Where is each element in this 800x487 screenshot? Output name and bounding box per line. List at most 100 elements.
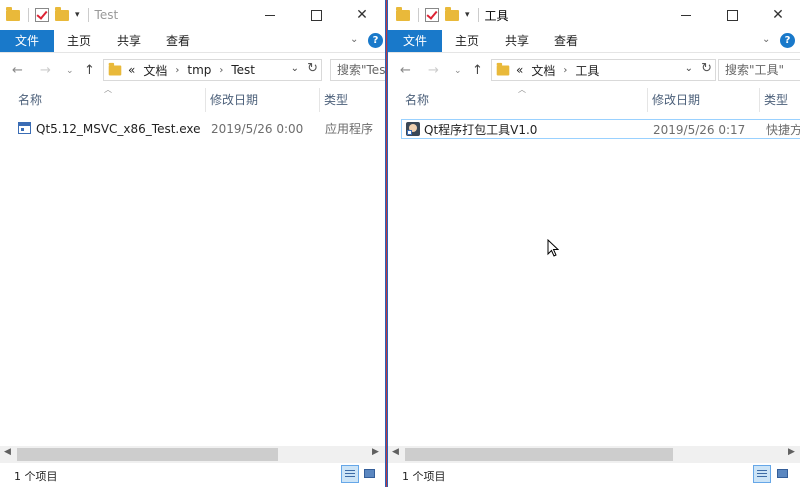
breadcrumb-separator-icon[interactable]: › (563, 65, 567, 76)
status-bar: 1 个项目 (0, 463, 385, 487)
breadcrumb-separator-icon[interactable]: › (175, 65, 179, 76)
up-arrow-icon[interactable]: ↑ (472, 63, 483, 78)
exe-icon (18, 122, 31, 134)
customize-qat-icon[interactable]: ▾ (75, 10, 80, 20)
back-arrow-icon[interactable]: ← (400, 63, 411, 78)
maximize-icon (310, 9, 322, 21)
column-date[interactable]: 修改日期 (206, 88, 320, 112)
file-date: 2019/5/26 0:17 (653, 123, 746, 137)
item-count: 1 个项目 (402, 470, 446, 483)
column-type[interactable]: 类型 (760, 88, 800, 112)
explorer-window-left: ▾ Test ✕ 文件 主页 共享 查看 ⌄ ? ← → ⌄ ↑ « 文档 › … (0, 0, 386, 487)
horizontal-scrollbar[interactable]: ◀ ▶ (388, 446, 800, 463)
large-icons-view-icon[interactable] (361, 465, 379, 483)
status-bar: 1 个项目 (388, 463, 800, 487)
tab-home[interactable]: 主页 (67, 30, 91, 52)
up-arrow-icon[interactable]: ↑ (84, 63, 95, 78)
tab-view[interactable]: 查看 (166, 30, 190, 52)
properties-icon[interactable] (425, 8, 439, 22)
minimize-button[interactable] (663, 0, 709, 30)
search-input[interactable]: 搜索"工具" (718, 59, 800, 81)
breadcrumb-0[interactable]: 文档 (143, 62, 167, 79)
folder-icon (396, 7, 410, 22)
expand-ribbon-icon[interactable]: ⌄ (350, 34, 358, 45)
refresh-icon[interactable]: ↻ (701, 61, 712, 76)
breadcrumb-0[interactable]: 文档 (531, 62, 555, 79)
minimize-icon (681, 14, 691, 16)
address-folder-icon (496, 62, 510, 75)
address-bar[interactable]: « 文档 › tmp › Test ⌄ ↻ (103, 59, 322, 81)
address-folder-icon (108, 62, 122, 75)
column-type[interactable]: 类型 (320, 88, 385, 112)
close-icon: ✕ (772, 7, 784, 23)
scroll-left-icon[interactable]: ◀ (4, 447, 11, 457)
breadcrumb-1[interactable]: 工具 (575, 62, 599, 79)
column-name[interactable]: 名称 (401, 88, 648, 112)
forward-arrow-icon[interactable]: → (40, 63, 51, 78)
minimize-icon (265, 14, 275, 16)
file-name: Qt程序打包工具V1.0 (424, 123, 538, 137)
close-icon: ✕ (356, 7, 368, 23)
details-view-icon[interactable] (341, 465, 359, 483)
window-title: 工具 (484, 8, 509, 23)
scroll-left-icon[interactable]: ◀ (392, 447, 399, 457)
item-count: 1 个项目 (14, 470, 58, 483)
close-button[interactable]: ✕ (339, 0, 385, 30)
expand-ribbon-icon[interactable]: ⌄ (762, 34, 770, 45)
tab-view[interactable]: 查看 (554, 30, 578, 52)
scroll-right-icon[interactable]: ▶ (788, 447, 795, 457)
address-bar[interactable]: « 文档 › 工具 ⌄ ↻ (491, 59, 716, 81)
customize-qat-icon[interactable]: ▾ (465, 10, 470, 20)
tab-share[interactable]: 共享 (117, 30, 141, 52)
tab-share[interactable]: 共享 (505, 30, 529, 52)
column-headers: ︿ 名称 修改日期 类型 (388, 85, 800, 112)
large-icons-view-icon[interactable] (774, 465, 792, 483)
address-row: ← → ⌄ ↑ « 文档 › tmp › Test ⌄ ↻ 搜索"Test" (0, 56, 385, 84)
tab-home[interactable]: 主页 (455, 30, 479, 52)
horizontal-scrollbar[interactable]: ◀ ▶ (0, 446, 385, 463)
help-icon[interactable]: ? (780, 33, 795, 48)
file-row[interactable]: Qt程序打包工具V1.0 2019/5/26 0:17 快捷方式 (401, 119, 800, 139)
column-name[interactable]: 名称 (14, 88, 206, 112)
quick-access-toolbar: ▾ 工具 (396, 7, 509, 23)
column-date[interactable]: 修改日期 (648, 88, 760, 112)
details-view-icon[interactable] (753, 465, 771, 483)
ribbon-tabs: 文件 主页 共享 查看 ⌄ ? (388, 30, 800, 53)
breadcrumb-1[interactable]: tmp (187, 63, 211, 77)
help-icon[interactable]: ? (368, 33, 383, 48)
breadcrumb-separator-icon[interactable]: › (219, 65, 223, 76)
maximize-button[interactable] (293, 0, 339, 30)
file-row[interactable]: Qt5.12_MSVC_x86_Test.exe 2019/5/26 0:00 … (14, 119, 385, 139)
recent-locations-icon[interactable]: ⌄ (66, 66, 74, 76)
minimize-button[interactable] (247, 0, 293, 30)
recent-locations-icon[interactable]: ⌄ (454, 66, 462, 76)
refresh-icon[interactable]: ↻ (307, 61, 318, 76)
address-prefix[interactable]: « (516, 63, 523, 77)
file-type: 快捷方式 (766, 123, 800, 137)
address-prefix[interactable]: « (128, 63, 135, 77)
breadcrumb-2[interactable]: Test (231, 63, 255, 77)
search-input[interactable]: 搜索"Test" (330, 59, 385, 81)
tab-file[interactable]: 文件 (0, 30, 54, 52)
new-folder-icon[interactable] (55, 7, 69, 22)
title-bar[interactable]: ▾ Test ✕ (0, 0, 385, 30)
close-button[interactable]: ✕ (755, 0, 800, 30)
address-dropdown-icon[interactable]: ⌄ (291, 63, 299, 74)
properties-icon[interactable] (35, 8, 49, 22)
window-title: Test (94, 8, 119, 22)
maximize-icon (726, 9, 738, 21)
scroll-right-icon[interactable]: ▶ (372, 447, 379, 457)
back-arrow-icon[interactable]: ← (12, 63, 23, 78)
title-bar[interactable]: ▾ 工具 ✕ (388, 0, 800, 30)
shortcut-icon (406, 122, 420, 136)
file-type: 应用程序 (325, 122, 374, 136)
address-row: ← → ⌄ ↑ « 文档 › 工具 ⌄ ↻ 搜索"工具" (388, 56, 800, 84)
address-dropdown-icon[interactable]: ⌄ (685, 63, 693, 74)
maximize-button[interactable] (709, 0, 755, 30)
forward-arrow-icon[interactable]: → (428, 63, 439, 78)
scrollbar-thumb[interactable] (405, 448, 673, 461)
tab-file[interactable]: 文件 (388, 30, 442, 52)
scrollbar-thumb[interactable] (17, 448, 278, 461)
new-folder-icon[interactable] (445, 7, 459, 22)
ribbon-tabs: 文件 主页 共享 查看 ⌄ ? (0, 30, 385, 53)
